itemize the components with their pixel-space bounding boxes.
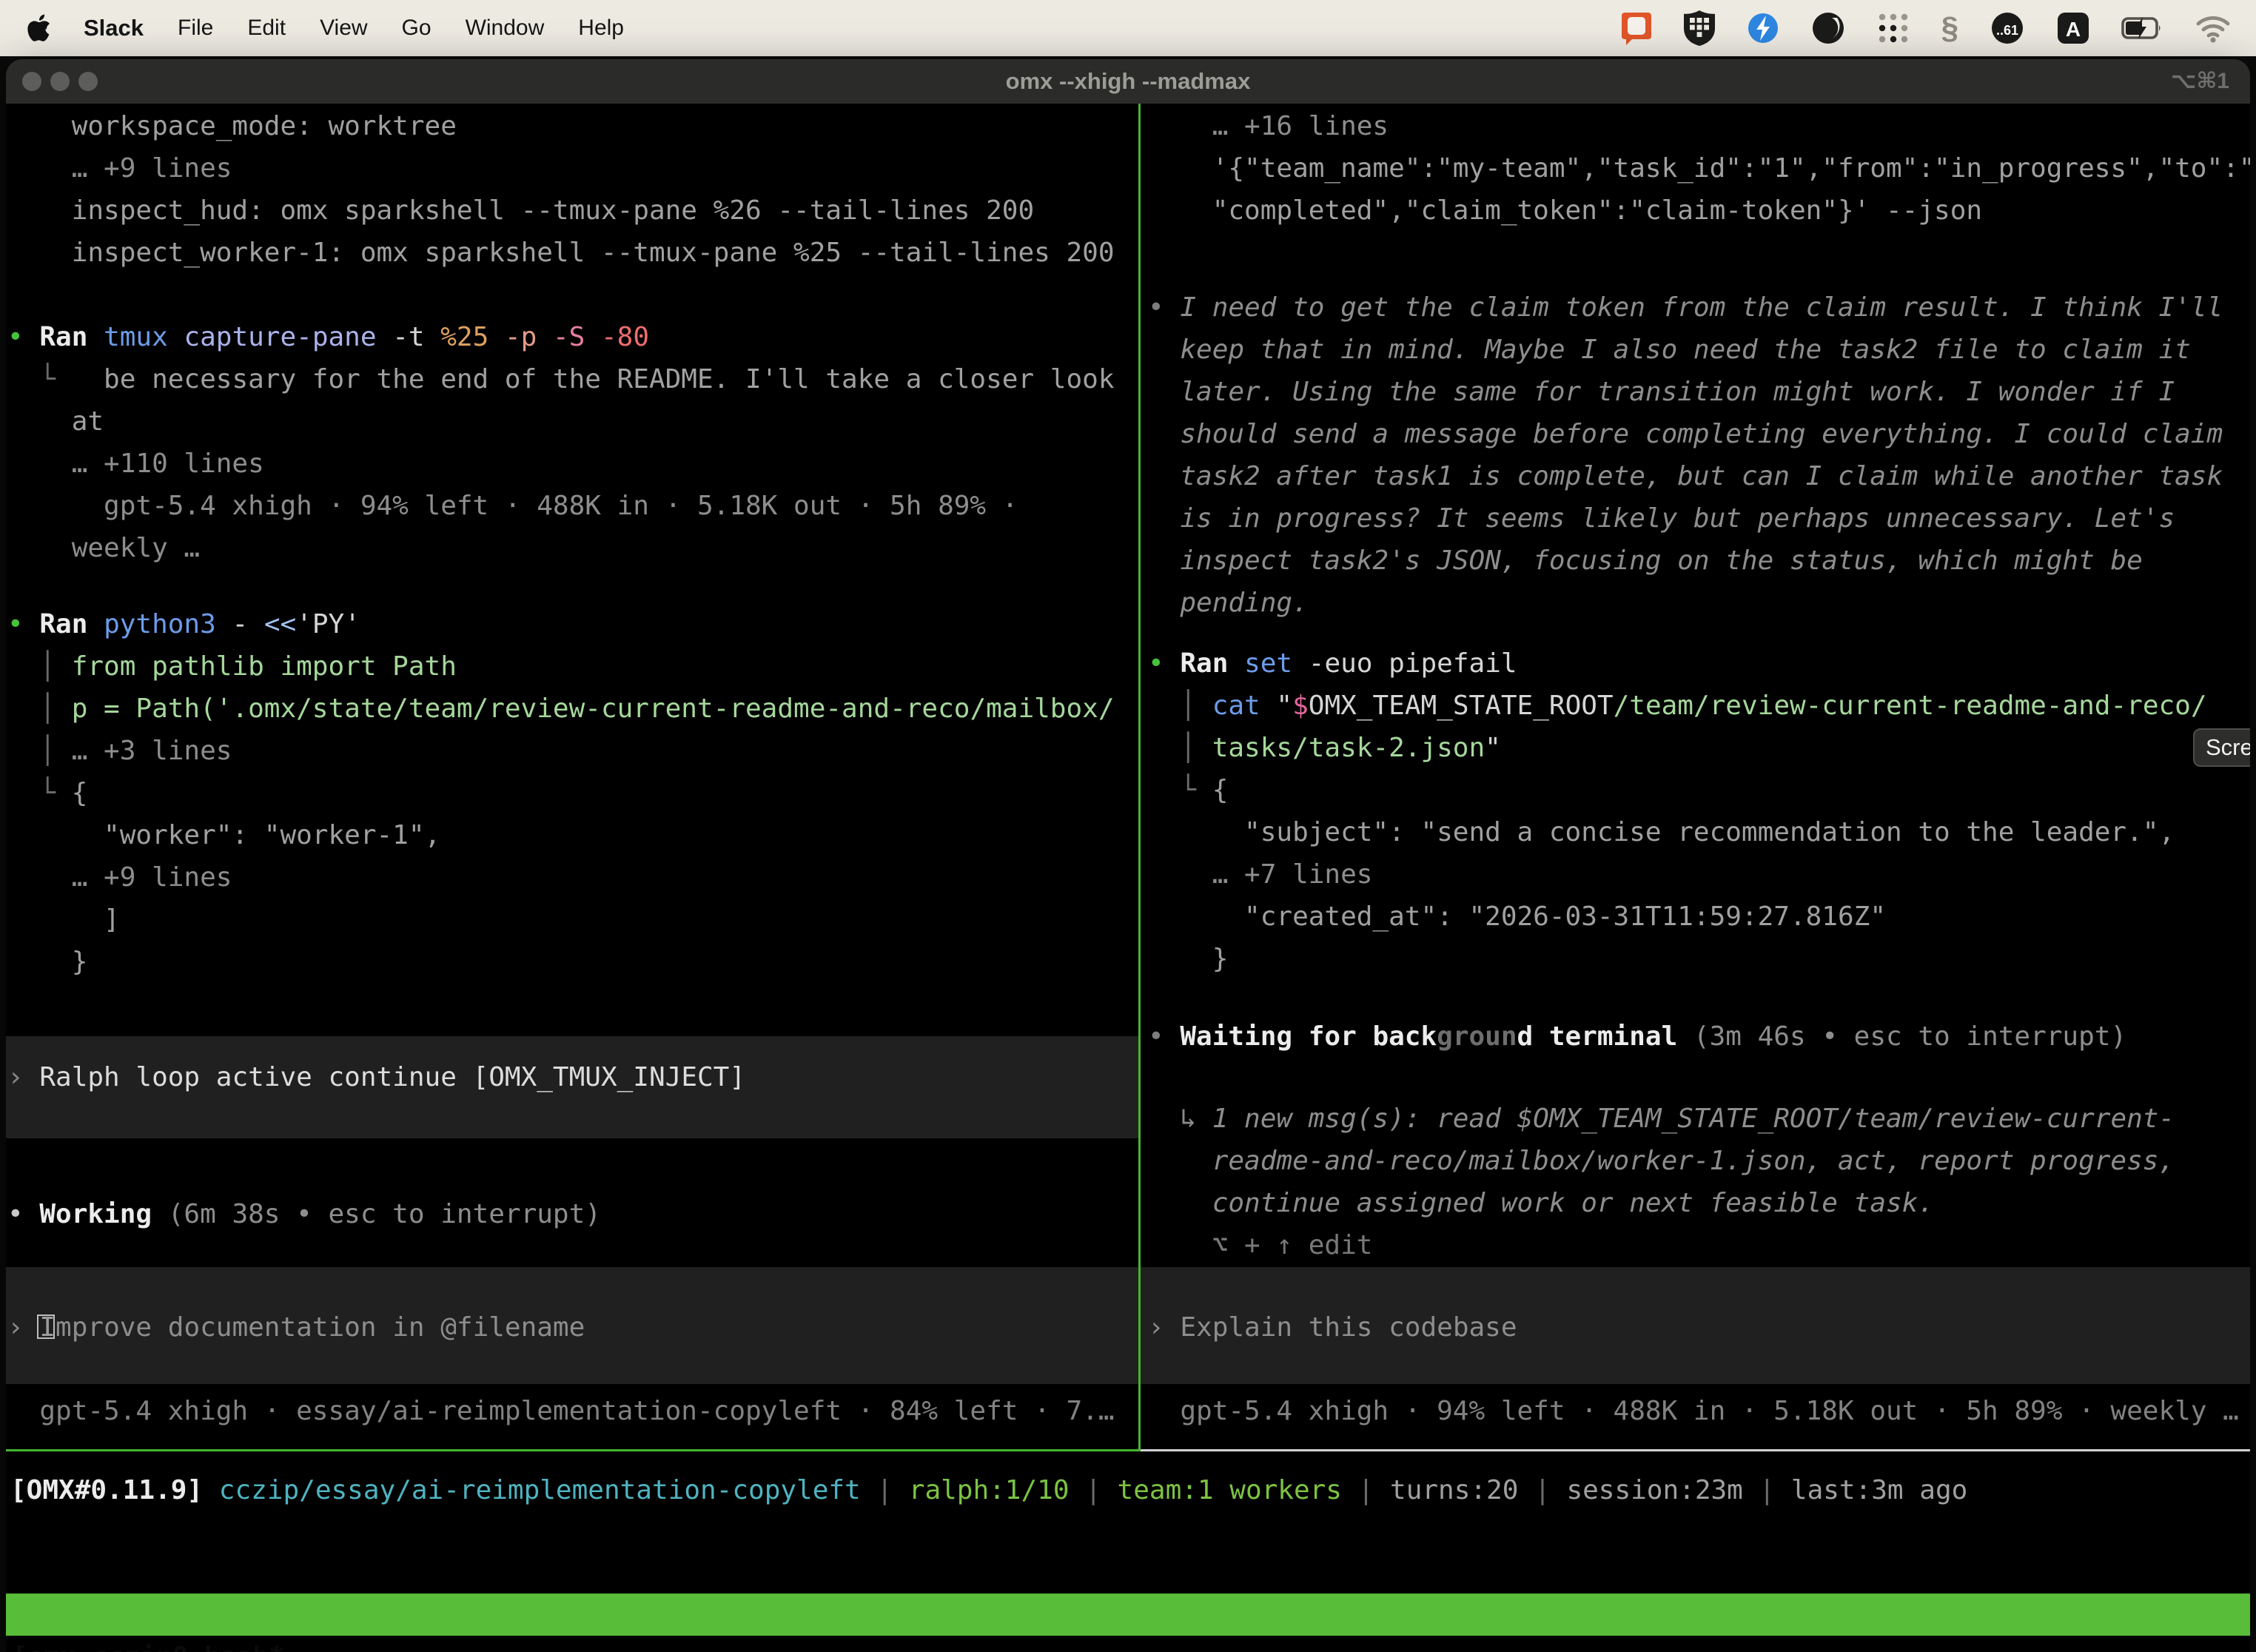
macos-menu-bar: Slack FileEditViewGoWindowHelp § ..61 bbox=[0, 0, 2256, 56]
ran-set-command: • Ran set -euo pipefail bbox=[1148, 642, 1517, 685]
terminal-line: inspect task2's JSON, focusing on the st… bbox=[1148, 540, 2143, 582]
terminal-line: … +9 lines bbox=[7, 856, 232, 899]
wifi-icon[interactable] bbox=[2195, 13, 2231, 43]
terminal-content: workspace_mode: worktree … +9 lines insp… bbox=[6, 104, 2250, 1652]
terminal-line: is in progress? It seems likely but perh… bbox=[1148, 497, 2175, 540]
terminal-line: inspect_worker-1: omx sparkshell --tmux-… bbox=[7, 232, 1115, 274]
terminal-line: └ { bbox=[1148, 769, 1228, 811]
omx-status-pane: [OMX#0.11.9] cczip/essay/ai-reimplementa… bbox=[6, 1451, 2250, 1594]
terminal-line: "completed","claim_token":"claim-token"}… bbox=[1148, 189, 1982, 232]
apple-menu-icon[interactable] bbox=[27, 12, 56, 44]
menu-bar-status-icons: § ..61 A bbox=[1620, 10, 2256, 46]
pinwheel-bolt-icon[interactable] bbox=[1746, 11, 1780, 45]
tmux-pane-left[interactable]: workspace_mode: worktree … +9 lines insp… bbox=[6, 104, 1138, 1449]
terminal-line: … +110 lines bbox=[7, 443, 264, 485]
terminal-line: "created_at": "2026-03-31T11:59:27.816Z" bbox=[1148, 896, 1886, 938]
terminal-line: └ be necessary for the end of the README… bbox=[7, 358, 1115, 400]
terminal-line: │ cat "$OMX_TEAM_STATE_ROOT/team/review-… bbox=[1148, 685, 2207, 727]
menu-item-help[interactable]: Help bbox=[561, 16, 641, 40]
terminal-line: } bbox=[1148, 938, 1228, 980]
terminal-line: task2 after task1 is complete, but can I… bbox=[1148, 455, 2223, 497]
tmux-status-bar: [omx-cczip0:bash* "MacBook-Pro-44.local"… bbox=[6, 1594, 2250, 1636]
badge-61-icon[interactable]: ..61 bbox=[1990, 11, 2025, 45]
screenshot-chat-icon[interactable] bbox=[1620, 11, 1653, 45]
terminal-line: ↳ 1 new msg(s): read $OMX_TEAM_STATE_ROO… bbox=[1148, 1098, 2175, 1140]
input-source-a-icon[interactable]: A bbox=[2056, 11, 2090, 45]
ran-python-command: • Ran python3 - <<'PY' bbox=[7, 603, 360, 645]
terminal-line: workspace_mode: worktree bbox=[7, 105, 457, 147]
terminal-line: … +7 lines bbox=[1148, 853, 1372, 896]
window-shortcut-badge: ⌥⌘1 bbox=[2171, 59, 2229, 104]
pane-status-line: gpt-5.4 xhigh · 94% left · 488K in · 5.1… bbox=[1148, 1390, 2239, 1432]
terminal-line: … +9 lines bbox=[7, 147, 232, 189]
battery-charging-icon[interactable] bbox=[2121, 11, 2164, 45]
terminal-line: should send a message before completing … bbox=[1148, 413, 2223, 455]
terminal-line: │ tasks/task-2.json" bbox=[1148, 727, 1501, 769]
edit-hint: ⌥ + ↑ edit bbox=[1148, 1224, 1372, 1266]
section-figure-icon[interactable]: § bbox=[1941, 10, 1958, 46]
terminal-line: later. Using the same for transition mig… bbox=[1148, 371, 2175, 413]
menu-item-file[interactable]: File bbox=[161, 16, 230, 40]
terminal-line: } bbox=[7, 941, 87, 983]
terminal-line: weekly … bbox=[7, 527, 200, 569]
screenshot-root: Slack FileEditViewGoWindowHelp § ..61 bbox=[0, 0, 2256, 1652]
terminal-line: │ p = Path('.omx/state/team/review-curre… bbox=[7, 688, 1115, 730]
prompt-input[interactable]: › Improve documentation in @filename bbox=[7, 1306, 585, 1349]
terminal-line: "subject": "send a concise recommendatio… bbox=[1148, 811, 2175, 853]
dots-grid-icon[interactable] bbox=[1876, 11, 1910, 45]
terminal-line: │ from pathlib import Path bbox=[7, 645, 457, 688]
terminal-line: │ … +3 lines bbox=[7, 730, 232, 772]
thinking-text: • I need to get the claim token from the… bbox=[1148, 286, 2223, 329]
menu-bar-left: Slack FileEditViewGoWindowHelp bbox=[0, 0, 641, 56]
waiting-status: • Waiting for background terminal (3m 46… bbox=[1148, 1015, 2126, 1058]
menu-item-edit[interactable]: Edit bbox=[230, 16, 303, 40]
svg-text:..61: ..61 bbox=[1996, 23, 2018, 38]
prompt-input[interactable]: › Explain this codebase bbox=[1148, 1306, 1517, 1349]
screen-tooltip: Scre bbox=[2193, 728, 2250, 767]
tmux-session-name: [omx-cczip0:bash* bbox=[12, 1636, 284, 1652]
terminal-line: keep that in mind. Maybe I also need the… bbox=[1148, 329, 2191, 371]
tmux-pane-right[interactable]: … +16 lines '{"team_name":"my-team","tas… bbox=[1141, 104, 2250, 1449]
window-title-bar[interactable]: omx --xhigh --madmax ⌥⌘1 bbox=[6, 59, 2250, 105]
menu-app-name[interactable]: Slack bbox=[67, 0, 161, 56]
terminal-line: └ { bbox=[7, 772, 87, 814]
pane-status-line: gpt-5.4 xhigh · essay/ai-reimplementatio… bbox=[7, 1390, 1115, 1432]
terminal-line: inspect_hud: omx sparkshell --tmux-pane … bbox=[7, 189, 1034, 232]
moon-crescent-icon[interactable] bbox=[1811, 11, 1845, 45]
window-title: omx --xhigh --madmax bbox=[6, 59, 2250, 104]
svg-text:A: A bbox=[2066, 18, 2081, 41]
working-status: • Working (6m 38s • esc to interrupt) bbox=[7, 1193, 601, 1235]
menu-item-window[interactable]: Window bbox=[449, 16, 562, 40]
terminal-line: gpt-5.4 xhigh · 94% left · 488K in · 5.1… bbox=[7, 485, 1018, 527]
terminal-line: continue assigned work or next feasible … bbox=[1148, 1182, 1934, 1224]
terminal-line: readme-and-reco/mailbox/worker-1.json, a… bbox=[1148, 1140, 2175, 1182]
menu-item-go[interactable]: Go bbox=[385, 16, 449, 40]
terminal-line: '{"team_name":"my-team","task_id":"1","f… bbox=[1148, 147, 2250, 189]
omx-session-status: [OMX#0.11.9] cczip/essay/ai-reimplementa… bbox=[10, 1469, 1967, 1511]
terminal-line: ] bbox=[7, 899, 120, 941]
terminal-line: "worker": "worker-1", bbox=[7, 814, 440, 856]
terminal-line: … +16 lines bbox=[1148, 105, 1389, 147]
keypad-shield-icon[interactable] bbox=[1684, 10, 1715, 46]
terminal-window: omx --xhigh --madmax ⌥⌘1 workspace_mode:… bbox=[6, 59, 2250, 1652]
terminal-line: at bbox=[7, 400, 104, 443]
ran-tmux-command: • Ran tmux capture-pane -t %25 -p -S -80 bbox=[7, 316, 649, 358]
menu-item-view[interactable]: View bbox=[303, 16, 384, 40]
terminal-line: pending. bbox=[1148, 582, 1309, 624]
inject-notice: › Ralph loop active continue [OMX_TMUX_I… bbox=[7, 1056, 745, 1098]
